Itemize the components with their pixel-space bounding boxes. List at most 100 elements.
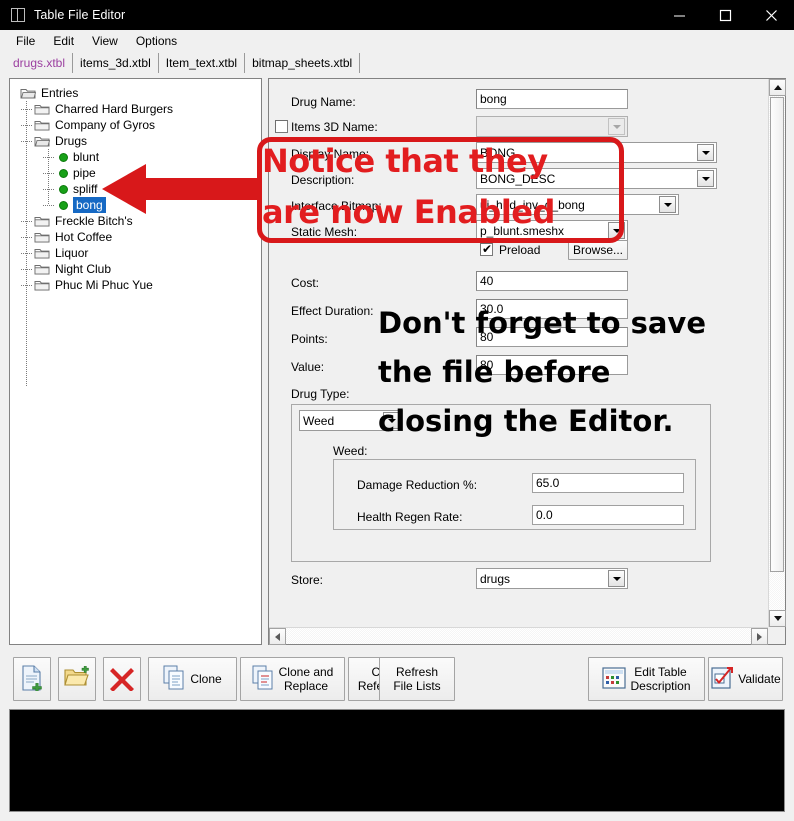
- scroll-up-button[interactable]: [769, 79, 786, 96]
- minimize-button[interactable]: [656, 0, 702, 30]
- folder-icon: [34, 215, 51, 228]
- interface-bitmap-combobox[interactable]: ui_hud_inv_d_bong: [476, 194, 679, 215]
- scroll-down-button[interactable]: [769, 610, 786, 627]
- folder-icon: [34, 103, 51, 116]
- chevron-down-icon: [608, 118, 625, 135]
- effect-duration-input[interactable]: 30.0: [476, 299, 628, 319]
- items-3d-name-combobox[interactable]: [476, 116, 628, 137]
- folder-icon: [34, 119, 51, 132]
- tree-item-label: Freckle Bitch's: [55, 214, 133, 228]
- drug-type-combobox[interactable]: Weed: [299, 410, 403, 431]
- tree-item-label: Charred Hard Burgers: [55, 102, 174, 116]
- tree-item-label: spliff: [73, 182, 98, 196]
- tree-item-label-selected: bong: [73, 197, 106, 213]
- tree-item-label: Entries: [41, 86, 79, 100]
- value-label: Value:: [291, 360, 325, 374]
- edit-table-description-label: Edit Table Description: [630, 665, 691, 693]
- tree-item-freckle-bitchs[interactable]: Freckle Bitch's: [16, 213, 261, 229]
- tab-item-text-xtbl[interactable]: Item_text.xtbl: [159, 53, 246, 74]
- validate-button[interactable]: Validate: [708, 657, 783, 701]
- table-icon: [602, 666, 627, 692]
- description-label: Description:: [291, 173, 355, 187]
- tree-item-drugs[interactable]: Drugs: [16, 133, 261, 149]
- log-console-panel[interactable]: [9, 709, 785, 812]
- entry-dot-icon: [59, 184, 68, 194]
- tree-item-night-club[interactable]: Night Club: [16, 261, 261, 277]
- tree-item-pipe[interactable]: pipe: [16, 165, 261, 181]
- tree-item-label: Company of Gyros: [55, 118, 156, 132]
- tree-item-label: Drugs: [55, 134, 88, 148]
- form-horizontal-scrollbar[interactable]: [269, 627, 768, 645]
- form-scroll-viewport: Drug Name: bong Items 3D Name: Display N…: [269, 79, 768, 627]
- close-button[interactable]: [748, 0, 794, 30]
- clone-and-replace-button[interactable]: Clone and Replace: [240, 657, 345, 701]
- tree-item-label: pipe: [73, 166, 96, 180]
- scroll-right-button[interactable]: [751, 628, 768, 645]
- window-titlebar: Table File Editor: [0, 0, 794, 30]
- hscroll-track[interactable]: [286, 628, 751, 644]
- tree-item-spliff[interactable]: spliff: [16, 181, 261, 197]
- entry-dot-icon: [59, 200, 68, 210]
- tree-item-hot-coffee[interactable]: Hot Coffee: [16, 229, 261, 245]
- clone-button[interactable]: Clone: [148, 657, 237, 701]
- interface-bitmap-label: Interface Bitmap:: [291, 199, 382, 213]
- tree-item-company-of-gyros[interactable]: Company of Gyros: [16, 117, 261, 133]
- tree-item-label: blunt: [73, 150, 100, 164]
- tree-item-phuc-mi-phuc-yue[interactable]: Phuc Mi Phuc Yue: [16, 277, 261, 293]
- tree-item-liquor[interactable]: Liquor: [16, 245, 261, 261]
- menu-item-view[interactable]: View: [84, 32, 128, 50]
- static-mesh-combobox[interactable]: p_blunt.smeshx: [476, 220, 628, 241]
- maximize-button[interactable]: [702, 0, 748, 30]
- damage-reduction-input[interactable]: 65.0: [532, 473, 684, 493]
- edit-table-description-button[interactable]: Edit Table Description: [588, 657, 705, 701]
- chevron-down-icon: [659, 196, 676, 213]
- main-area: Entries Charred Hard Burgers Company of …: [0, 74, 794, 650]
- chevron-down-icon: [608, 222, 625, 239]
- cost-input[interactable]: 40: [476, 271, 628, 291]
- menu-item-options[interactable]: Options: [128, 32, 187, 50]
- preload-checkbox[interactable]: [480, 241, 493, 257]
- preload-label: Preload: [499, 243, 541, 257]
- chevron-down-icon: [697, 170, 714, 187]
- tree-item-entries[interactable]: Entries: [16, 85, 261, 101]
- clone-button-label: Clone: [190, 672, 222, 686]
- tree-item-charred-hard-burgers[interactable]: Charred Hard Burgers: [16, 101, 261, 117]
- weed-group-label: Weed:: [333, 444, 368, 458]
- health-regen-input[interactable]: 0.0: [532, 505, 684, 525]
- scroll-left-button[interactable]: [269, 628, 286, 645]
- tree-item-label: Hot Coffee: [55, 230, 113, 244]
- bottom-toolbar: Clone Clone and Replace Check References…: [0, 654, 794, 706]
- open-file-button[interactable]: [58, 657, 96, 701]
- vscroll-thumb[interactable]: [770, 97, 784, 572]
- menu-item-file[interactable]: File: [8, 32, 45, 50]
- open-folder-icon: [64, 665, 90, 693]
- effect-duration-label: Effect Duration:: [291, 304, 374, 318]
- value-input[interactable]: 80: [476, 355, 628, 375]
- drug-name-input[interactable]: bong: [476, 89, 628, 109]
- drug-type-value: Weed: [303, 413, 335, 428]
- delete-entry-button[interactable]: [103, 657, 141, 701]
- entries-tree-panel[interactable]: Entries Charred Hard Burgers Company of …: [9, 78, 262, 645]
- store-value: drugs: [480, 571, 511, 586]
- tab-bitmap-sheets-xtbl[interactable]: bitmap_sheets.xtbl: [245, 53, 361, 74]
- static-mesh-label: Static Mesh:: [291, 225, 358, 239]
- points-input[interactable]: 80: [476, 327, 628, 347]
- items-3d-name-checkbox[interactable]: [275, 120, 288, 133]
- tab-items-3d-xtbl[interactable]: items_3d.xtbl: [73, 53, 159, 74]
- new-entry-button[interactable]: [13, 657, 51, 701]
- folder-icon: [34, 263, 51, 276]
- tab-drugs-xtbl[interactable]: drugs.xtbl: [6, 53, 74, 74]
- display-name-combobox[interactable]: BONG: [476, 142, 717, 163]
- window-title: Table File Editor: [34, 8, 126, 22]
- tree-item-bong[interactable]: bong: [16, 197, 261, 213]
- form-vertical-scrollbar[interactable]: [768, 79, 786, 627]
- description-combobox[interactable]: BONG_DESC: [476, 168, 717, 189]
- store-combobox[interactable]: drugs: [476, 568, 628, 589]
- entry-dot-icon: [59, 152, 68, 162]
- refresh-file-lists-button[interactable]: Refresh File Lists: [379, 657, 455, 701]
- browse-button[interactable]: Browse...: [568, 240, 628, 260]
- tree-item-blunt[interactable]: blunt: [16, 149, 261, 165]
- form-content: Drug Name: bong Items 3D Name: Display N…: [269, 79, 768, 627]
- validate-check-icon: [710, 666, 734, 693]
- menu-item-edit[interactable]: Edit: [45, 32, 84, 50]
